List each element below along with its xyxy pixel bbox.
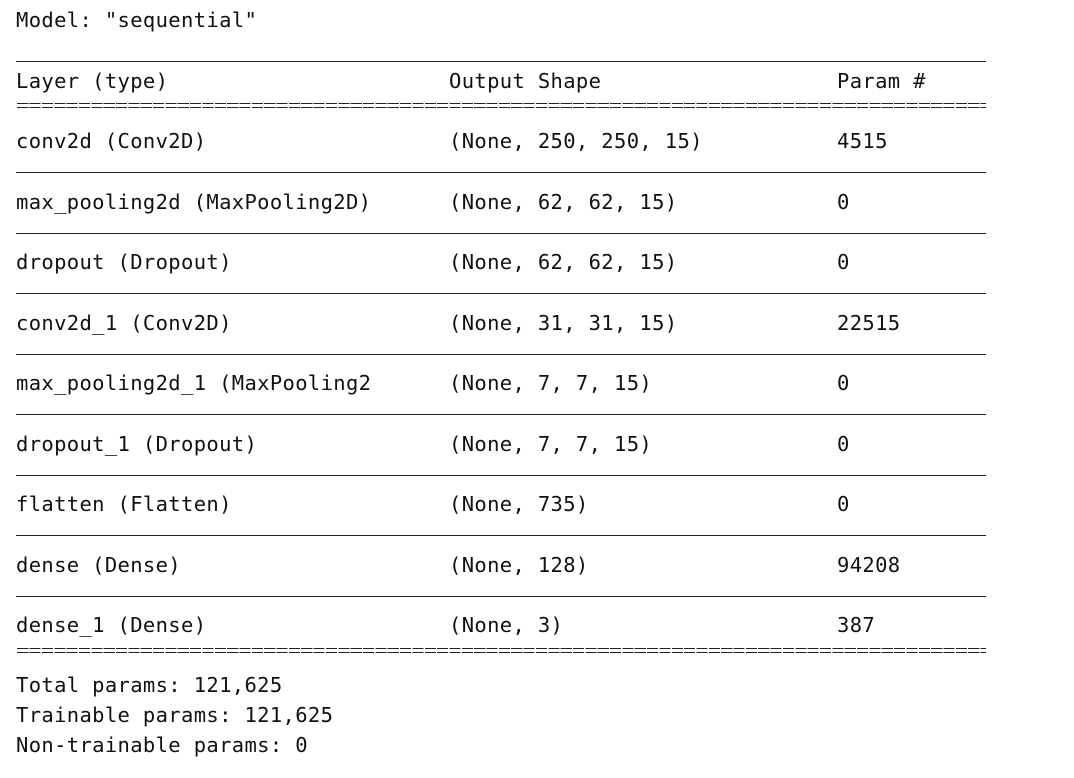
layer-name: dense (Dense) — [16, 552, 181, 577]
param-count: 0 — [837, 431, 850, 456]
output-shape: (None, 3) — [449, 613, 564, 637]
output-shape: (None, 7, 7, 15) — [449, 431, 653, 456]
table-row: max_pooling2d_1 (MaxPooling2 (None, 7, 7… — [16, 371, 986, 431]
layer-name: dense_1 (Dense) — [16, 613, 207, 637]
row-divider — [16, 474, 986, 476]
output-shape: (None, 250, 250, 15) — [449, 129, 703, 153]
row-divider — [16, 172, 986, 173]
output-shape: (None, 128) — [449, 552, 589, 577]
non-trainable-params: Non-trainable params: 0 — [16, 733, 308, 757]
table-row: dense (Dense) (None, 128) 94208 — [16, 553, 986, 613]
row-divider — [16, 414, 986, 415]
table-row: flatten (Flatten) (None, 735) 0 — [16, 492, 986, 552]
table-row: dropout_1 (Dropout) (None, 7, 7, 15) 0 — [16, 432, 986, 492]
model-title: Model: "sequential" — [16, 8, 258, 32]
table-row: conv2d (Conv2D) (None, 250, 250, 15) 451… — [16, 129, 986, 189]
total-params: Total params: 121,625 — [16, 673, 283, 697]
row-divider — [16, 535, 986, 536]
layer-name: max_pooling2d (MaxPooling2D) — [16, 189, 372, 214]
layer-name: conv2d (Conv2D) — [16, 129, 207, 153]
top-rule — [16, 61, 986, 62]
trainable-params: Trainable params: 121,625 — [16, 703, 334, 727]
layer-name: dropout (Dropout) — [16, 250, 232, 274]
footer-double-rule — [16, 647, 986, 656]
header-double-rule — [16, 102, 986, 111]
layer-name: conv2d_1 (Conv2D) — [16, 310, 232, 335]
layer-name: dropout_1 (Dropout) — [16, 431, 258, 456]
row-divider — [16, 353, 986, 355]
row-divider — [16, 595, 986, 597]
header-output-shape: Output Shape — [449, 69, 602, 93]
output-shape: (None, 62, 62, 15) — [449, 250, 678, 274]
layer-name: flatten (Flatten) — [16, 492, 232, 516]
header-params: Param # — [837, 69, 926, 93]
layer-name: max_pooling2d_1 (MaxPooling2 — [16, 371, 372, 395]
param-count: 0 — [837, 371, 850, 395]
output-shape: (None, 31, 31, 15) — [449, 310, 678, 335]
param-count: 0 — [837, 189, 850, 214]
param-count: 22515 — [837, 310, 901, 335]
param-count: 4515 — [837, 129, 888, 153]
param-count: 94208 — [837, 552, 901, 577]
param-count: 0 — [837, 250, 850, 274]
row-divider — [16, 232, 986, 234]
row-divider — [16, 293, 986, 294]
table-row: max_pooling2d (MaxPooling2D) (None, 62, … — [16, 190, 986, 250]
header-layer: Layer (type) — [16, 69, 169, 93]
param-count: 387 — [837, 613, 876, 637]
table-row: conv2d_1 (Conv2D) (None, 31, 31, 15) 225… — [16, 311, 986, 371]
output-shape: (None, 7, 7, 15) — [449, 371, 653, 395]
table-header: Layer (type) Output Shape Param # — [16, 69, 986, 95]
output-shape: (None, 735) — [449, 492, 589, 516]
table-row: dense_1 (Dense) (None, 3) 387 — [16, 613, 986, 673]
table-row: dropout (Dropout) (None, 62, 62, 15) 0 — [16, 250, 986, 310]
output-shape: (None, 62, 62, 15) — [449, 189, 678, 214]
param-count: 0 — [837, 492, 850, 516]
